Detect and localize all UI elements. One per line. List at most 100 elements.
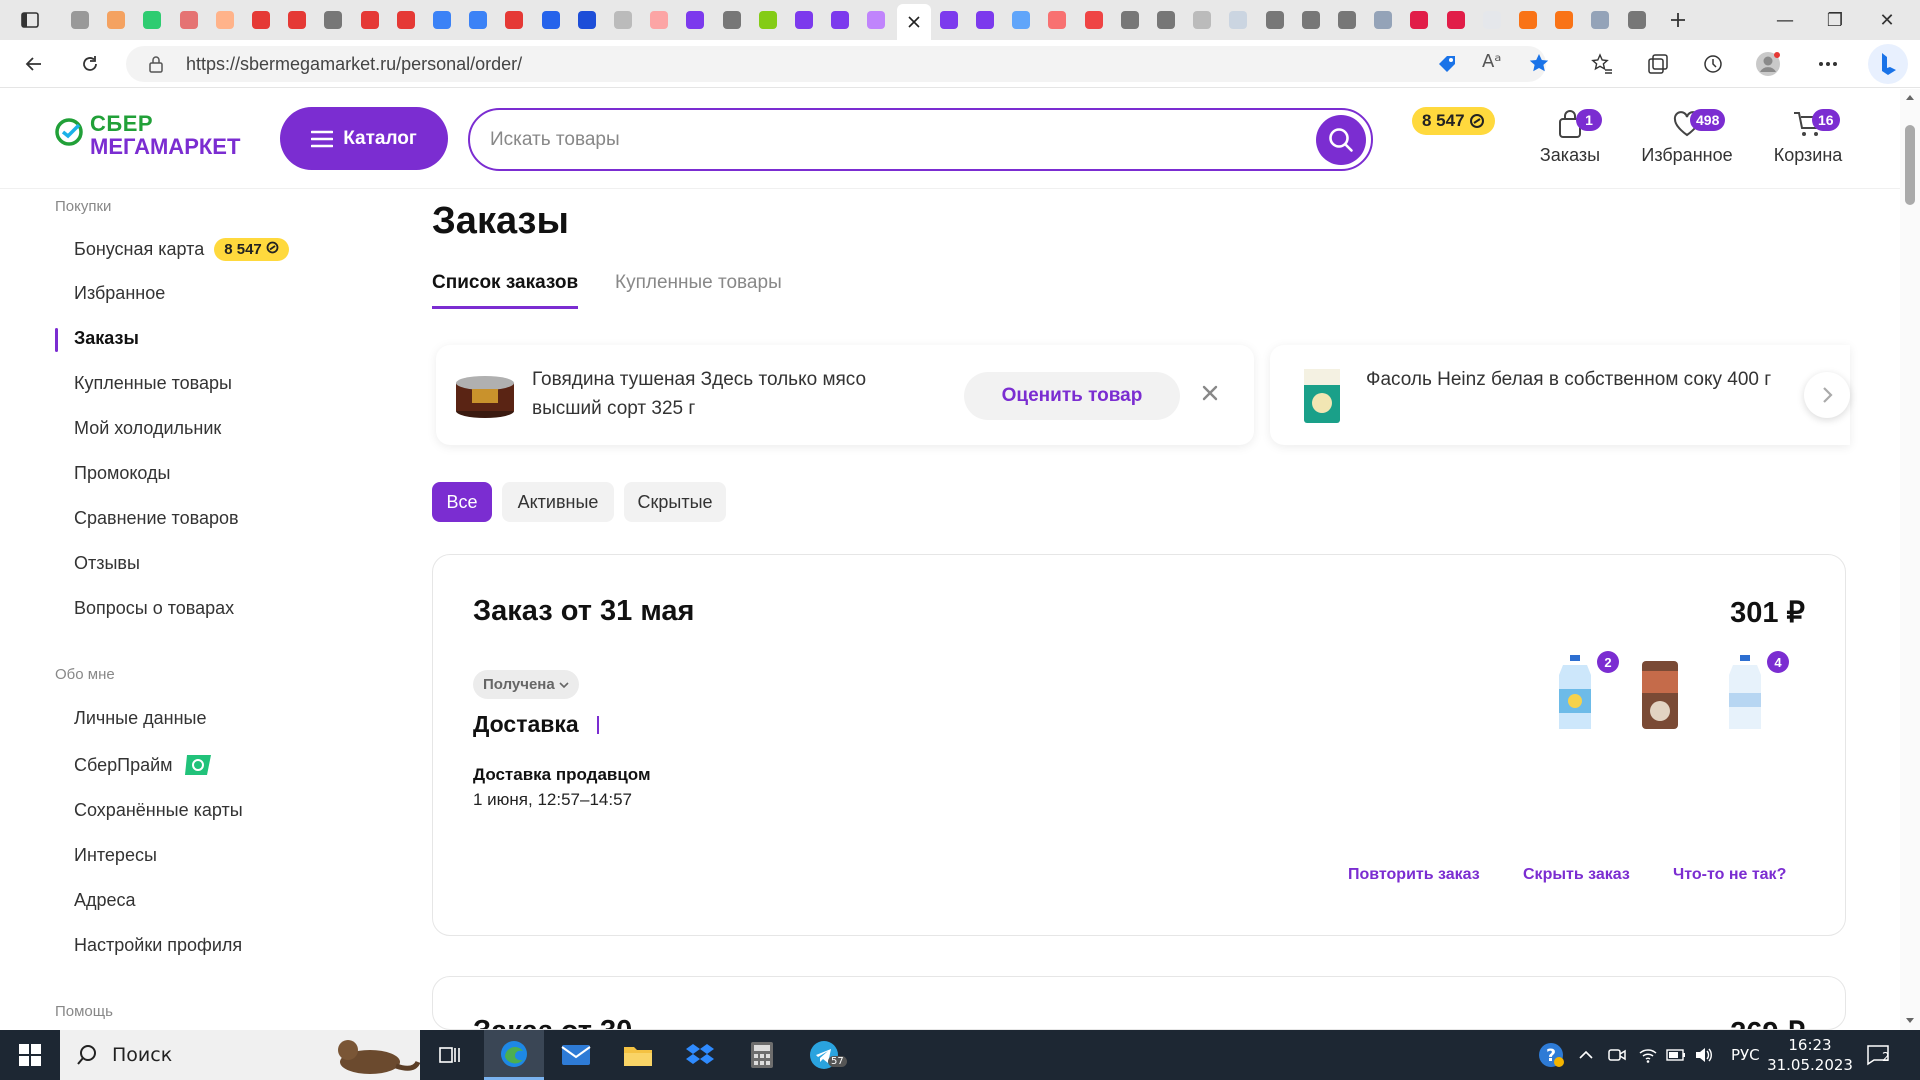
browser-tab[interactable] [1186,6,1218,34]
search-input[interactable] [490,110,1280,169]
sidebar-item-reviews[interactable]: Отзывы [74,553,140,574]
browser-tab[interactable] [1150,6,1182,34]
browser-tab[interactable] [390,6,422,34]
maximize-button[interactable]: ❐ [1810,0,1860,40]
carousel-next-button[interactable] [1804,372,1850,418]
browser-tab[interactable] [824,6,856,34]
browser-tab[interactable] [969,6,1001,34]
sidebar-item-compare[interactable]: Сравнение товаров [74,508,239,529]
browser-tab[interactable] [1476,6,1508,34]
report-problem-link[interactable]: Что-то не так? [1673,866,1786,884]
browser-tab[interactable] [1331,6,1363,34]
sidebar-item-addresses[interactable]: Адреса [74,890,136,911]
browser-tab[interactable] [1222,6,1254,34]
dropbox-taskbar-icon[interactable] [670,1030,730,1080]
repeat-order-link[interactable]: Повторить заказ [1348,866,1480,884]
notification-center-icon[interactable]: 2 [1866,1030,1890,1080]
file-explorer-taskbar-icon[interactable] [608,1030,668,1080]
browser-tab[interactable] [1548,6,1580,34]
history-icon[interactable] [1697,48,1729,80]
scroll-down-arrow-icon[interactable] [1900,1015,1920,1027]
tab-order-list[interactable]: Список заказов [432,272,579,309]
browser-tab[interactable] [1295,6,1327,34]
browser-tab[interactable] [136,6,168,34]
start-button[interactable] [0,1030,60,1080]
browser-tab[interactable] [643,6,675,34]
sidebar-item-saved-cards[interactable]: Сохранённые карты [74,800,243,821]
order-item-thumbnail[interactable]: 2 [1545,651,1619,735]
close-window-button[interactable]: ✕ [1862,0,1912,40]
mail-taskbar-icon[interactable] [546,1030,606,1080]
order-card[interactable]: Заказ от 31 мая 301 ₽ Получена Доставка … [432,554,1846,936]
browser-tab[interactable] [426,6,458,34]
sidebar-item-bonus-card[interactable]: Бонусная карта 8 547 [74,238,289,261]
sidebar-item-promocodes[interactable]: Промокоды [74,463,170,484]
browser-tab[interactable] [1403,6,1435,34]
browser-tab[interactable] [1259,6,1291,34]
sidebar-item-sberprime[interactable]: СберПрайм [74,753,213,777]
chevron-up-icon[interactable] [1578,1030,1594,1080]
filter-active[interactable]: Активные [502,482,614,522]
scroll-up-arrow-icon[interactable] [1900,91,1920,103]
browser-tab[interactable] [716,6,748,34]
task-view-icon[interactable] [420,1030,480,1080]
browser-tab[interactable] [209,6,241,34]
clock[interactable]: 16:23 31.05.2023 [1767,1030,1853,1080]
browser-tab[interactable] [100,6,132,34]
sidebar-item-questions[interactable]: Вопросы о товарах [74,598,234,619]
rate-product-button[interactable]: Оценить товар [964,372,1180,420]
taskbar-search[interactable]: Поиск [60,1030,420,1080]
browser-tab[interactable] [571,6,603,34]
browser-tab[interactable] [752,6,784,34]
battery-icon[interactable] [1666,1030,1686,1080]
close-tab-icon[interactable] [907,15,921,29]
sidebar-item-fridge[interactable]: Мой холодильник [74,418,221,439]
scrollbar-thumb[interactable] [1905,125,1915,205]
browser-tab[interactable] [1041,6,1073,34]
browser-tab[interactable] [317,6,349,34]
close-icon[interactable] [1200,383,1220,403]
browser-tab[interactable] [679,6,711,34]
wifi-icon[interactable] [1638,1030,1658,1080]
volume-icon[interactable] [1694,1030,1714,1080]
sidebar-item-orders[interactable]: Заказы [74,328,139,349]
new-tab-button[interactable] [1662,6,1694,34]
favorites-icon[interactable] [1586,48,1618,80]
back-icon[interactable] [18,48,50,80]
minimize-button[interactable]: — [1760,0,1810,40]
browser-tab[interactable] [281,6,313,34]
browser-tab[interactable] [462,6,494,34]
page-scrollbar[interactable] [1900,89,1920,1030]
browser-tab[interactable] [1078,6,1110,34]
sidebar-item-personal-data[interactable]: Личные данные [74,708,206,729]
browser-tab[interactable] [354,6,386,34]
favorite-star-icon[interactable] [1528,52,1550,74]
filter-all[interactable]: Все [432,482,492,522]
browser-tab[interactable] [1005,6,1037,34]
order-status-badge[interactable]: Получена [473,670,579,699]
browser-tab[interactable] [245,6,277,34]
shopping-tag-icon[interactable] [1436,53,1458,75]
search-button[interactable] [1316,115,1366,165]
browser-tab[interactable] [860,6,892,34]
bing-copilot-icon[interactable] [1868,44,1908,84]
profile-avatar-icon[interactable] [1752,48,1784,80]
hide-order-link[interactable]: Скрыть заказ [1523,866,1630,884]
browser-tab[interactable] [1621,6,1653,34]
browser-tab[interactable] [535,6,567,34]
address-bar[interactable]: https://sbermegamarket.ru/personal/order… [126,46,1549,82]
meet-now-icon[interactable] [1608,1030,1626,1080]
browser-tab[interactable] [1440,6,1472,34]
order-item-thumbnail[interactable]: 4 [1715,651,1789,735]
tab-purchased-goods[interactable]: Купленные товары [615,272,782,306]
browser-tab[interactable] [1512,6,1544,34]
browser-tab[interactable] [64,6,96,34]
edge-taskbar-icon[interactable] [484,1030,544,1080]
header-favorites[interactable]: 498 Избранное [1632,109,1742,166]
refresh-icon[interactable] [74,48,106,80]
help-tray-icon[interactable]: ? [1538,1030,1564,1080]
order-item-thumbnail[interactable] [1630,655,1690,735]
browser-tab[interactable] [1584,6,1616,34]
browser-tab[interactable] [607,6,639,34]
calculator-taskbar-icon[interactable] [732,1030,792,1080]
